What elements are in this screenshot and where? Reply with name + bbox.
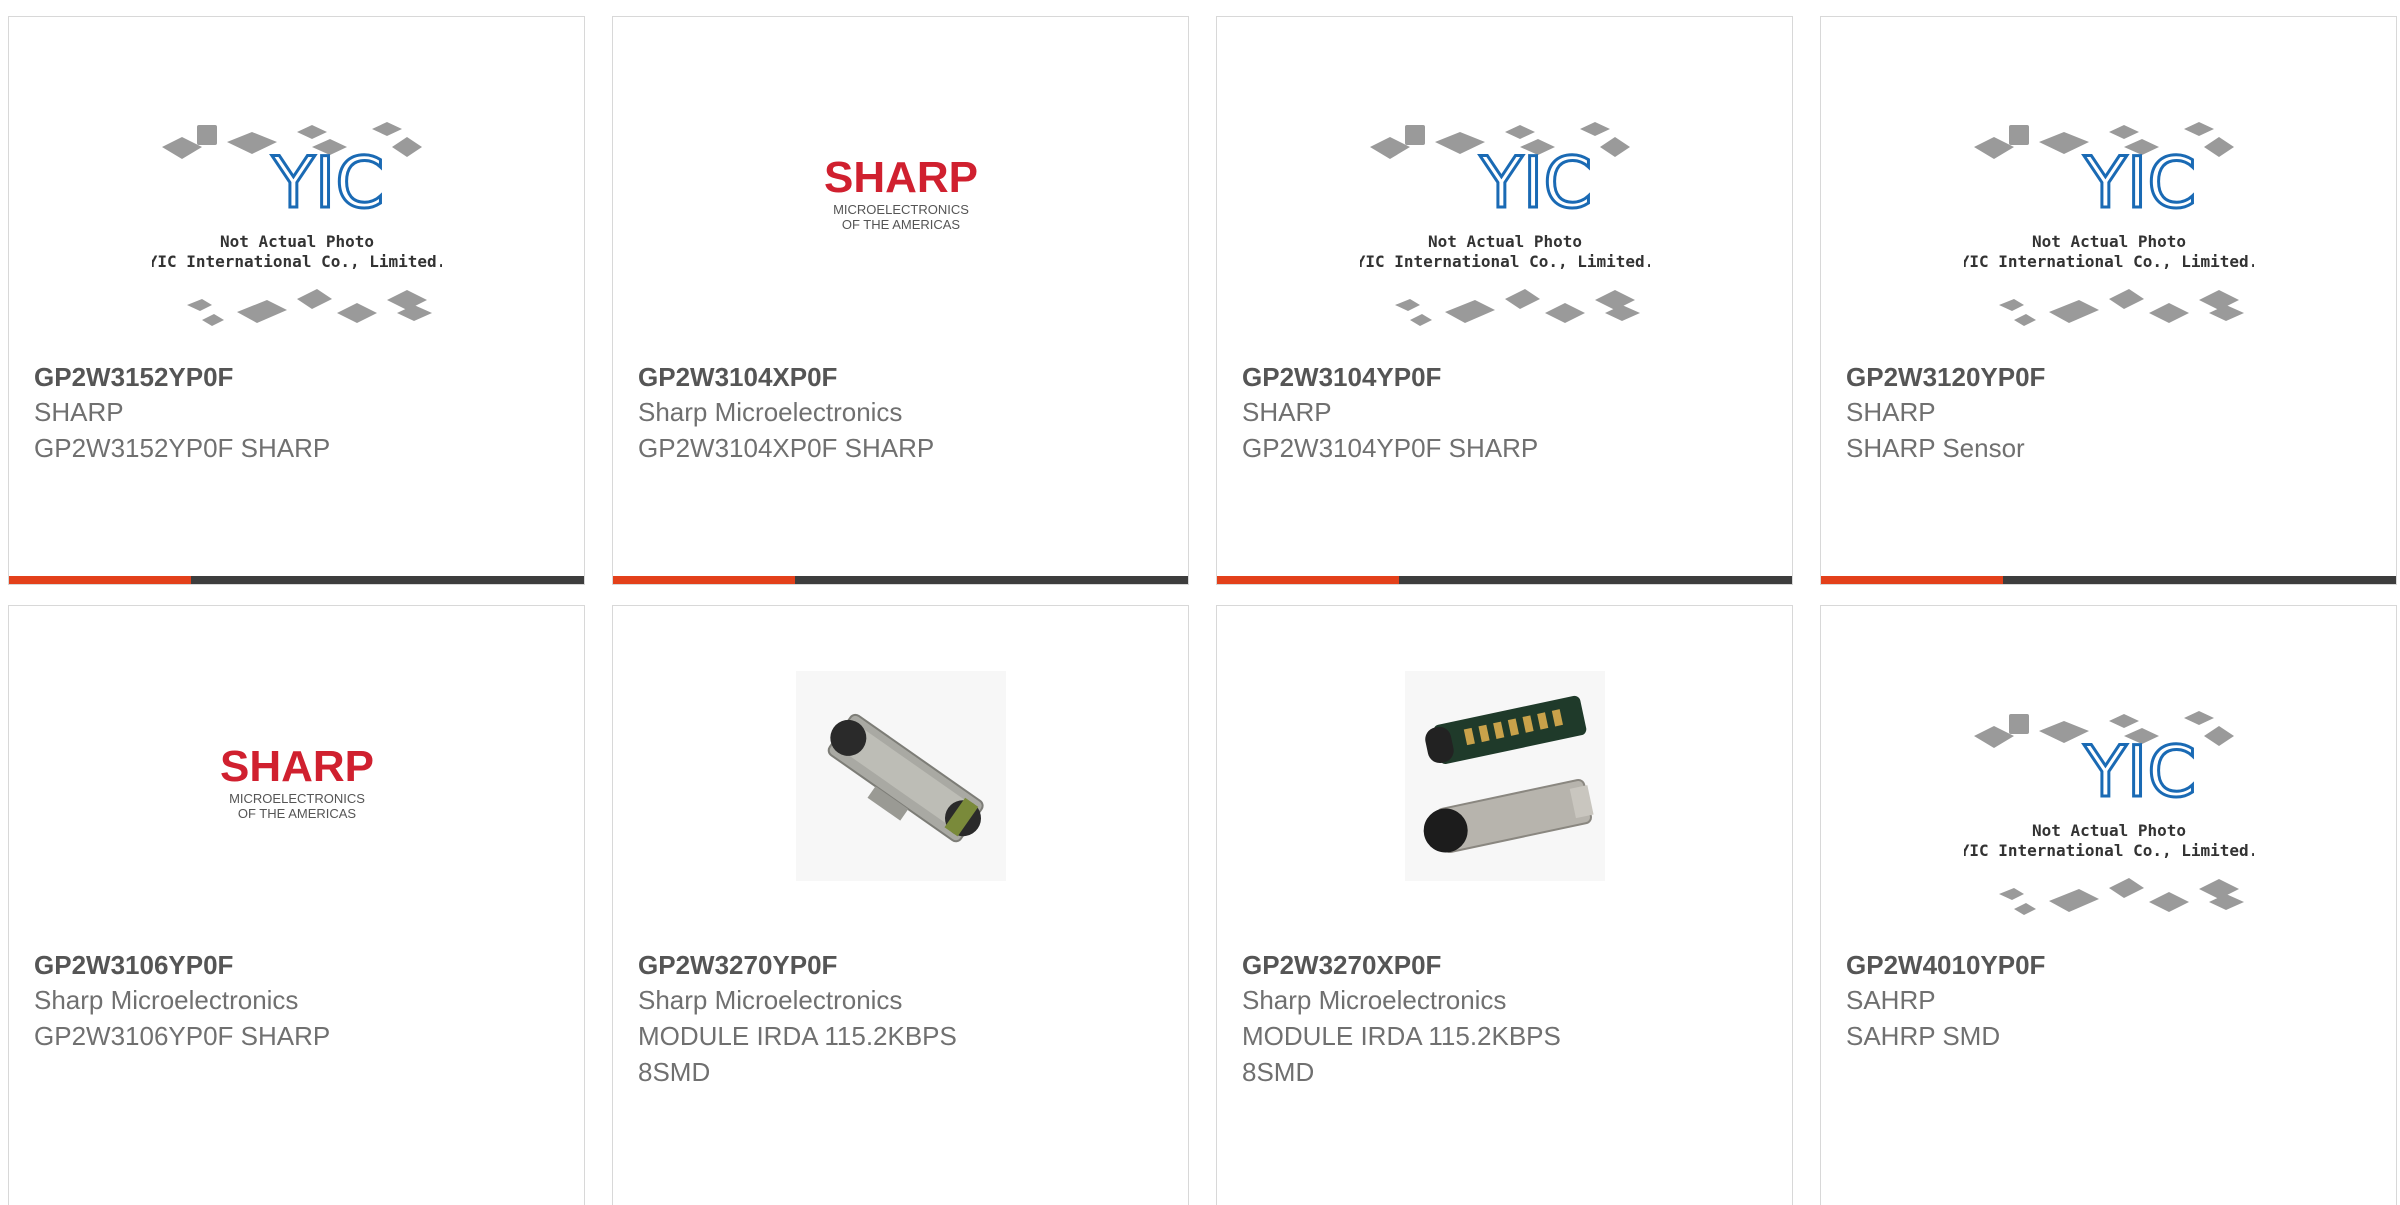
yic-placeholder-image: YIC Not Actual Photo YIC International C… (1360, 122, 1650, 326)
product-image[interactable] (1217, 606, 1792, 946)
svg-text:Not Actual Photo: Not Actual Photo (2031, 821, 2185, 840)
svg-text:Not Actual Photo: Not Actual Photo (2031, 232, 2185, 251)
description: GP2W3152YP0F SHARP (34, 433, 331, 463)
svg-text:YIC International Co., Limited: YIC International Co., Limited. (1360, 252, 1650, 271)
product-card[interactable]: YIC Not Actual Photo YIC International C… (1820, 605, 2397, 1205)
yic-placeholder-image: YIC Not Actual Photo YIC International C… (1964, 122, 2254, 326)
description: GP2W3104YP0F SHARP (1242, 433, 1539, 463)
manufacturer: Sharp Microelectronics (1242, 985, 1507, 1015)
card-bottom-bar (613, 576, 1188, 584)
product-card[interactable]: GP2W3270YP0F Sharp Microelectronics MODU… (612, 605, 1189, 1205)
product-image[interactable]: YIC Not Actual Photo YIC International C… (1821, 606, 2396, 946)
yic-placeholder-image: YIC Not Actual Photo YIC International C… (1964, 711, 2254, 915)
product-card[interactable]: SHARP MICROELECTRONICS OF THE AMERICAS G… (8, 605, 585, 1205)
part-number[interactable]: GP2W3152YP0F (34, 360, 564, 394)
card-accent (9, 576, 191, 584)
svg-text:SHARP: SHARP (219, 742, 373, 791)
product-card[interactable]: YIC Not Actual Photo YIC International C… (1820, 16, 2397, 585)
card-bottom-bar (1217, 576, 1792, 584)
svg-text:SHARP: SHARP (823, 153, 977, 202)
manufacturer: SHARP (34, 397, 124, 427)
product-image[interactable]: YIC Not Actual Photo YIC International C… (1821, 17, 2396, 357)
svg-text:Not Actual Photo: Not Actual Photo (1427, 232, 1581, 251)
product-image[interactable]: SHARP MICROELECTRONICS OF THE AMERICAS (9, 606, 584, 946)
part-number[interactable]: GP2W3106YP0F (34, 948, 564, 982)
svg-text:YIC International Co., Limited: YIC International Co., Limited. (1964, 252, 2254, 271)
irda-module-pair-photo (1404, 671, 1605, 881)
svg-text:YIC International Co., Limited: YIC International Co., Limited. (1964, 841, 2254, 860)
manufacturer: SHARP (1242, 397, 1332, 427)
product-card[interactable]: SHARP MICROELECTRONICS OF THE AMERICAS G… (612, 16, 1189, 585)
part-number[interactable]: GP2W3270XP0F (1242, 948, 1772, 982)
product-image[interactable]: SHARP MICROELECTRONICS OF THE AMERICAS (613, 17, 1188, 357)
manufacturer: Sharp Microelectronics (34, 985, 299, 1015)
product-card[interactable]: YIC Not Actual Photo YIC International C… (8, 16, 585, 585)
svg-text:YIC: YIC (2083, 731, 2196, 813)
part-number[interactable]: GP2W4010YP0F (1846, 948, 2376, 982)
description: SAHRP SMD (1846, 1021, 2001, 1051)
svg-text:YIC: YIC (1479, 142, 1592, 224)
svg-text:MICROELECTRONICS: MICROELECTRONICS (833, 202, 969, 217)
product-card[interactable]: GP2W3270XP0F Sharp Microelectronics MODU… (1216, 605, 1793, 1205)
product-image[interactable]: YIC Not Actual Photo YIC International C… (9, 17, 584, 357)
description: SHARP Sensor (1846, 433, 2025, 463)
card-bottom-bar (9, 576, 584, 584)
manufacturer: Sharp Microelectronics (638, 985, 903, 1015)
product-grid: YIC Not Actual Photo YIC International C… (0, 0, 2400, 1205)
product-image[interactable] (613, 606, 1188, 946)
yic-placeholder-image: YIC Not Actual Photo YIC International C… (152, 122, 442, 326)
description: GP2W3104XP0F SHARP (638, 433, 935, 463)
svg-text:YIC: YIC (2083, 142, 2196, 224)
card-bottom-bar (1821, 576, 2396, 584)
description: GP2W3106YP0F SHARP (34, 1021, 331, 1051)
sharp-logo-image: SHARP MICROELECTRONICS OF THE AMERICAS (219, 742, 373, 821)
svg-text:OF THE AMERICAS: OF THE AMERICAS (841, 217, 960, 232)
svg-text:YIC International Co., Limited: YIC International Co., Limited. (152, 252, 442, 271)
part-number[interactable]: GP2W3104XP0F (638, 360, 1168, 394)
irda-module-photo (795, 671, 1006, 881)
manufacturer: Sharp Microelectronics (638, 397, 903, 427)
card-accent (1217, 576, 1399, 584)
part-number[interactable]: GP2W3270YP0F (638, 948, 1168, 982)
product-card[interactable]: YIC Not Actual Photo YIC International C… (1216, 16, 1793, 585)
part-number[interactable]: GP2W3120YP0F (1846, 360, 2376, 394)
description: MODULE IRDA 115.2KBPS 8SMD (1242, 1021, 1561, 1087)
part-number[interactable]: GP2W3104YP0F (1242, 360, 1772, 394)
svg-text:YIC: YIC (271, 142, 384, 224)
svg-text:OF THE AMERICAS: OF THE AMERICAS (237, 806, 356, 821)
manufacturer: SAHRP (1846, 985, 1936, 1015)
svg-text:MICROELECTRONICS: MICROELECTRONICS (229, 791, 365, 806)
card-accent (1821, 576, 2003, 584)
svg-text:Not Actual Photo: Not Actual Photo (219, 232, 373, 251)
manufacturer: SHARP (1846, 397, 1936, 427)
description: MODULE IRDA 115.2KBPS 8SMD (638, 1021, 957, 1087)
sharp-logo-image: SHARP MICROELECTRONICS OF THE AMERICAS (823, 153, 977, 232)
product-image[interactable]: YIC Not Actual Photo YIC International C… (1217, 17, 1792, 357)
card-accent (613, 576, 795, 584)
